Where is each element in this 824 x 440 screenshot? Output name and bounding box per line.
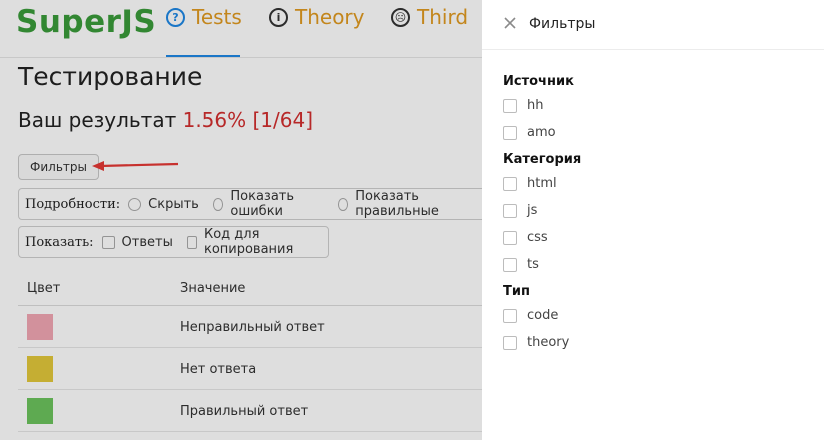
filter-source-hh[interactable]: hh <box>503 98 543 113</box>
filter-label: ts <box>527 257 539 272</box>
filters-drawer: Фильтры Источник hh amo Категория html j… <box>482 0 824 440</box>
filter-label: html <box>527 176 557 191</box>
filter-type-code[interactable]: code <box>503 308 558 323</box>
checkbox-box[interactable] <box>503 257 517 272</box>
section-source-title: Источник <box>503 74 574 89</box>
section-category-title: Категория <box>503 152 582 167</box>
filter-category-js[interactable]: js <box>503 203 537 218</box>
checkbox-box[interactable] <box>503 308 517 323</box>
filter-source-amo[interactable]: amo <box>503 125 556 140</box>
filter-type-theory[interactable]: theory <box>503 335 569 350</box>
filter-label: code <box>527 308 559 323</box>
filter-category-html[interactable]: html <box>503 176 557 191</box>
close-icon[interactable] <box>502 15 518 31</box>
section-type-title: Тип <box>503 284 530 299</box>
drawer-header: Фильтры <box>482 0 824 50</box>
checkbox-box[interactable] <box>503 125 517 140</box>
filter-label: js <box>527 203 538 218</box>
checkbox-box[interactable] <box>503 335 517 350</box>
checkbox-box[interactable] <box>503 176 517 191</box>
filter-label: hh <box>527 98 544 113</box>
filter-category-ts[interactable]: ts <box>503 257 539 272</box>
filter-label: css <box>527 230 548 245</box>
filter-label: amo <box>527 125 556 140</box>
checkbox-box[interactable] <box>503 98 517 113</box>
checkbox-box[interactable] <box>503 203 517 218</box>
filter-label: theory <box>527 335 570 350</box>
checkbox-box[interactable] <box>503 230 517 245</box>
filter-category-css[interactable]: css <box>503 230 548 245</box>
drawer-title: Фильтры <box>529 16 596 32</box>
